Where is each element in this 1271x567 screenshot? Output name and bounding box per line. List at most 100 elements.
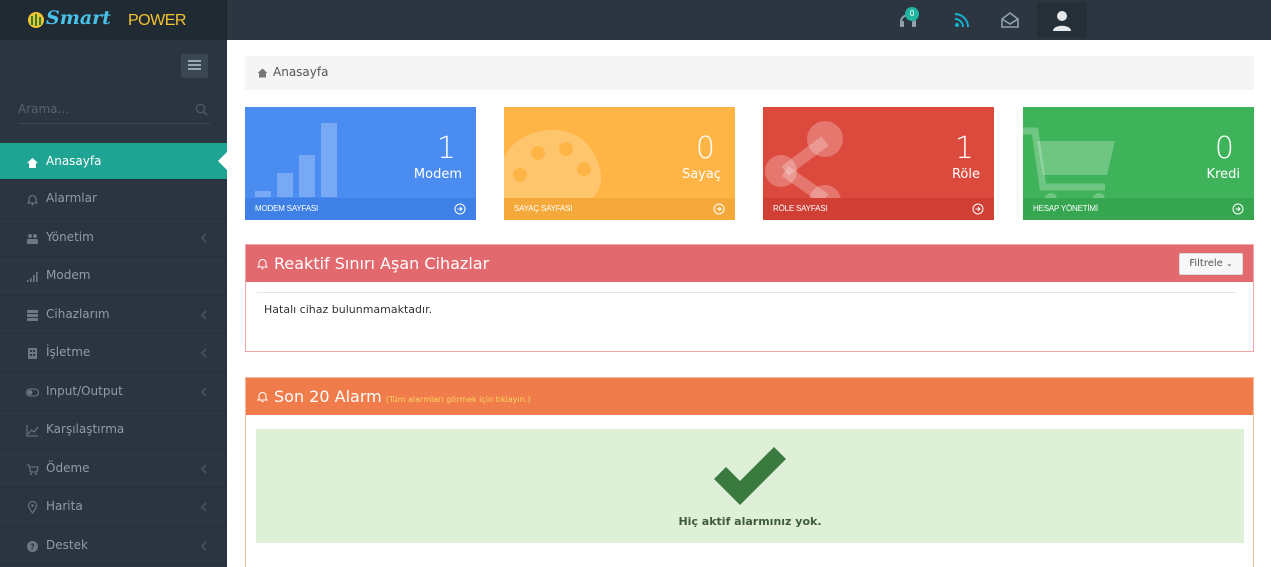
arrow-circle-right-icon: [1232, 203, 1244, 215]
no-alarms-alert: Hiç aktif alarmınız yok.: [256, 429, 1244, 543]
panel-title-text: Son 20 Alarm: [274, 387, 382, 406]
chevron-left-icon: [201, 233, 207, 242]
chevron-left-icon: [201, 310, 207, 319]
sidebar-nav: Anasayfa Alarmlar Yönetim Modem Cihazlar…: [0, 143, 227, 565]
reactive-devices-panel: Reaktif Sınırı Aşan Cihazlar Filtrele ⌄ …: [245, 244, 1254, 352]
arrow-circle-right-icon: [972, 203, 984, 215]
sidebar-item-alarmlar[interactable]: Alarmlar: [0, 180, 227, 219]
panel-title: Son 20 Alarm (Tüm alarmları görmek için t…: [274, 387, 530, 406]
tile-footer[interactable]: HESAP YÖNETİMİ: [1023, 198, 1254, 220]
panel-title: Reaktif Sınırı Aşan Cihazlar: [274, 254, 490, 273]
top-navbar: Smart POWER 0: [0, 0, 1271, 40]
chevron-down-icon: ⌄: [1225, 259, 1233, 268]
tile-kredi[interactable]: 0 Kredi HESAP YÖNETİMİ: [1023, 107, 1254, 220]
bell-icon: [26, 194, 39, 206]
tile-footer[interactable]: RÖLE SAYFASI: [763, 198, 994, 220]
tile-footer-label: RÖLE SAYFASI: [773, 204, 828, 213]
sidebar-item-input-output[interactable]: Input/Output: [0, 373, 227, 411]
signal-icon: [27, 272, 38, 282]
cart-icon: [1023, 127, 1115, 205]
help-icon: ?: [27, 540, 38, 552]
arrow-circle-right-icon: [713, 203, 725, 215]
no-alarms-message: Hiç aktif alarmınız yok.: [678, 515, 822, 528]
filter-button[interactable]: Filtrele ⌄: [1179, 253, 1243, 275]
envelope-open-icon[interactable]: [998, 8, 1022, 32]
tile-sayac[interactable]: 0 Sayaç SAYAÇ SAYFASI: [504, 107, 735, 220]
tile-value: 1: [954, 131, 974, 166]
sidebar-item-label: Yönetim: [46, 229, 94, 244]
panel-header: Son 20 Alarm (Tüm alarmları görmek için t…: [246, 378, 1253, 415]
tile-value: 1: [436, 131, 456, 166]
sidebar-item-isletme[interactable]: İşletme: [0, 334, 227, 373]
sidebar-item-modem[interactable]: Modem: [0, 257, 227, 296]
logo-icon: [28, 12, 44, 28]
tile-value: 0: [695, 131, 715, 166]
user-menu[interactable]: [1037, 2, 1087, 38]
sidebar-item-label: Input/Output: [46, 383, 123, 398]
sidebar-item-karsilastirma[interactable]: Karşılaştırma: [0, 411, 227, 450]
tile-role[interactable]: 1 Röle RÖLE SAYFASI: [763, 107, 994, 220]
sidebar-item-label: Cihazlarım: [46, 306, 110, 321]
notification-badge: 0: [905, 7, 919, 21]
tile-value: 0: [1214, 131, 1234, 166]
bell-icon: [257, 259, 268, 270]
sidebar: Anasayfa Alarmlar Yönetim Modem Cihazlar…: [0, 40, 227, 567]
sidebar-toggle-button[interactable]: [181, 54, 208, 78]
sidebar-item-destek[interactable]: ? Destek: [0, 527, 227, 565]
sidebar-item-anasayfa[interactable]: Anasayfa: [0, 143, 227, 180]
logo-power-text: POWER: [128, 12, 186, 29]
tile-footer-label: SAYAÇ SAYFASI: [514, 204, 573, 213]
recent-alarms-panel: Son 20 Alarm (Tüm alarmları görmek için t…: [245, 377, 1254, 567]
sidebar-item-cihazlarim[interactable]: Cihazlarım: [0, 296, 227, 334]
svg-text:?: ?: [30, 542, 35, 551]
sidebar-item-label: Karşılaştırma: [46, 422, 125, 436]
sidebar-item-label: Modem: [46, 268, 91, 282]
sidebar-item-label: Harita: [46, 499, 83, 513]
server-icon: [27, 309, 38, 321]
sidebar-item-odeme[interactable]: Ödeme: [0, 450, 227, 488]
bell-icon: [257, 392, 268, 403]
rss-icon[interactable]: [950, 8, 974, 32]
search-icon[interactable]: [195, 103, 208, 116]
tile-footer-label: MODEM SAYFASI: [255, 204, 319, 213]
users-icon: [27, 233, 38, 244]
tile-label: Sayaç: [681, 167, 721, 182]
chevron-left-icon: [201, 387, 207, 396]
tile-label: Modem: [413, 167, 462, 182]
toggle-icon: [26, 387, 39, 397]
map-pin-icon: [27, 501, 38, 514]
sidebar-item-label: Alarmlar: [46, 191, 97, 205]
chart-icon: [26, 425, 39, 437]
building-icon: [28, 348, 37, 359]
cart-icon: [27, 463, 39, 475]
arrow-circle-right-icon: [454, 203, 466, 215]
filter-label: Filtrele: [1189, 258, 1223, 269]
user-icon: [1053, 11, 1071, 31]
divider: [257, 292, 1235, 293]
tile-label: Kredi: [1206, 167, 1240, 182]
chevron-left-icon: [201, 464, 207, 473]
tile-footer-label: HESAP YÖNETİMİ: [1033, 204, 1098, 213]
tile-footer[interactable]: MODEM SAYFASI: [245, 198, 476, 220]
search-input[interactable]: [18, 96, 188, 122]
chevron-left-icon: [201, 502, 207, 512]
sidebar-item-label: Anasayfa: [46, 154, 102, 168]
breadcrumb-item[interactable]: Anasayfa: [273, 65, 328, 79]
tile-modem[interactable]: 1 Modem MODEM SAYFASI: [245, 107, 476, 220]
view-all-alarms-link[interactable]: (Tüm alarmları görmek için tıklayın.): [386, 395, 531, 404]
logo-smart-text: Smart: [46, 7, 111, 29]
logo[interactable]: Smart POWER: [0, 0, 227, 40]
signal-bars-icon: [255, 123, 337, 197]
sidebar-item-label: İşletme: [46, 345, 91, 359]
sidebar-item-harita[interactable]: Harita: [0, 488, 227, 527]
tile-label: Röle: [951, 167, 980, 182]
sidebar-search: [18, 96, 210, 124]
empty-message: Hatalı cihaz bulunmamaktadır.: [264, 303, 433, 316]
chevron-left-icon: [201, 348, 207, 358]
home-icon: [27, 158, 38, 168]
home-icon: [257, 68, 268, 78]
tile-footer[interactable]: SAYAÇ SAYFASI: [504, 198, 735, 220]
sidebar-item-yonetim[interactable]: Yönetim: [0, 219, 227, 257]
chevron-left-icon: [201, 541, 207, 550]
sidebar-item-label: Ödeme: [46, 460, 90, 475]
